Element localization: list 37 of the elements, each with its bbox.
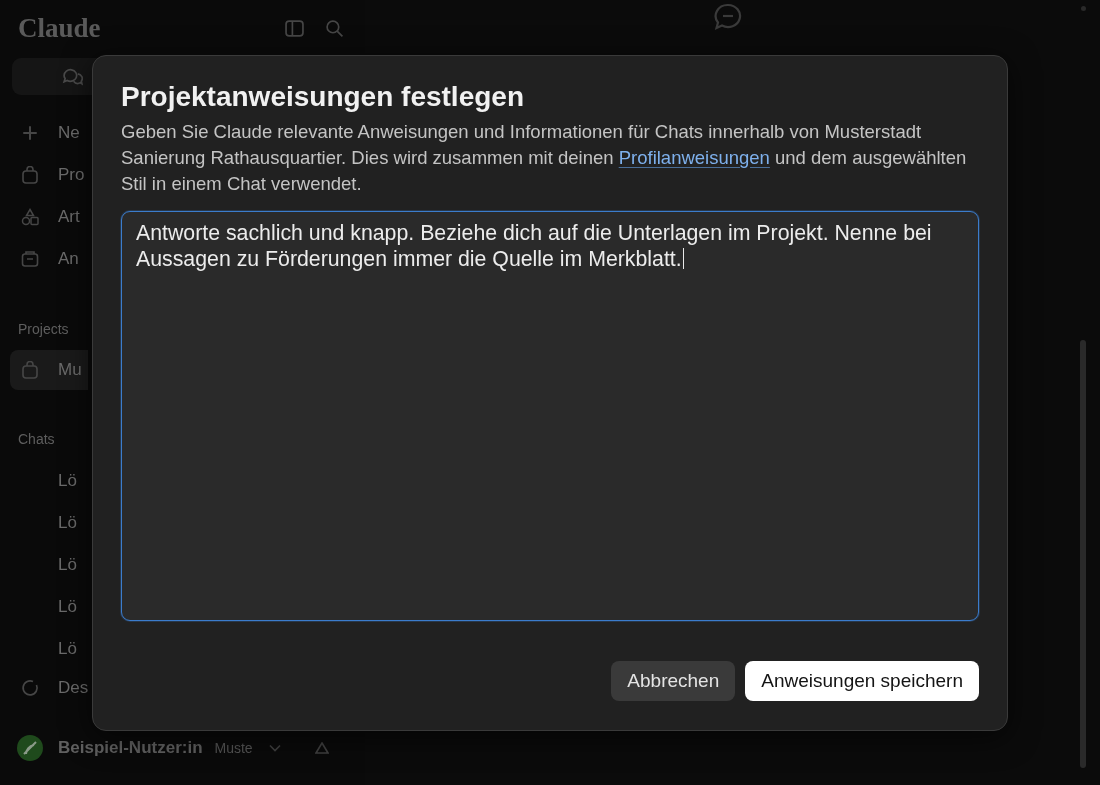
sidebar-item[interactable]: Des [10,670,88,706]
chevron-down-icon[interactable] [268,744,281,752]
logo: Claude [18,12,101,44]
user-name: Beispiel-Nutzer:in [58,738,203,758]
chat-item[interactable]: Lö [10,544,88,586]
dialog-description: Geben Sie Claude relevante Anweisungen und Informationen für Chats innerhalb von Musterstadt Sanierung Rathausquartier. Dies wird zusammen mit deinen Profilanweisungen und dem ausgewählten Stil in einem Chat verwendet. [121,120,968,196]
plan-label: Muste [214,740,253,756]
sidebar-item[interactable]: An [10,238,88,280]
avatar-icon[interactable] [17,735,43,761]
chat-item[interactable]: Lö [10,502,88,544]
search-icon[interactable] [325,18,344,38]
dot-icon [1080,6,1086,11]
plus-icon [21,124,39,142]
section-heading: Chats [18,430,55,449]
text-caret-icon [682,248,684,269]
project-item[interactable]: Mu [10,350,88,390]
sidebar-item[interactable]: Ne [10,112,88,154]
instructions-field[interactable]: Antworte sachlich und knapp. Beziehe dich auf die Unterlagen im Projekt. Nenne bei Aussagen zu Förderungen immer die Quelle im Merkblatt. [121,211,979,621]
chat-item[interactable]: Lö [10,628,88,670]
chat-bubbles-icon [62,67,83,86]
sidebar-item[interactable]: Pro [10,154,88,196]
bag-icon [21,361,39,379]
shapes-icon [21,208,39,226]
triangle-icon[interactable] [314,742,329,754]
chat-bubble-icon[interactable] [712,2,743,32]
dialog-title: Projektanweisungen festlegen [121,80,525,114]
chat-item[interactable]: Lö [10,460,88,502]
chat-item[interactable]: Lö [10,586,88,628]
save-button[interactable]: Anweisungen speichern [745,661,979,701]
bag-icon [21,166,39,184]
sidebar-item[interactable]: Art [10,196,88,238]
box-icon [21,250,39,268]
profile-instructions-link[interactable]: Profilanweisungen [618,147,770,168]
cancel-button[interactable]: Abbrechen [611,661,736,701]
panel-icon[interactable] [285,18,304,38]
scrollbar[interactable] [1080,340,1086,768]
section-heading: Projects [18,320,69,339]
